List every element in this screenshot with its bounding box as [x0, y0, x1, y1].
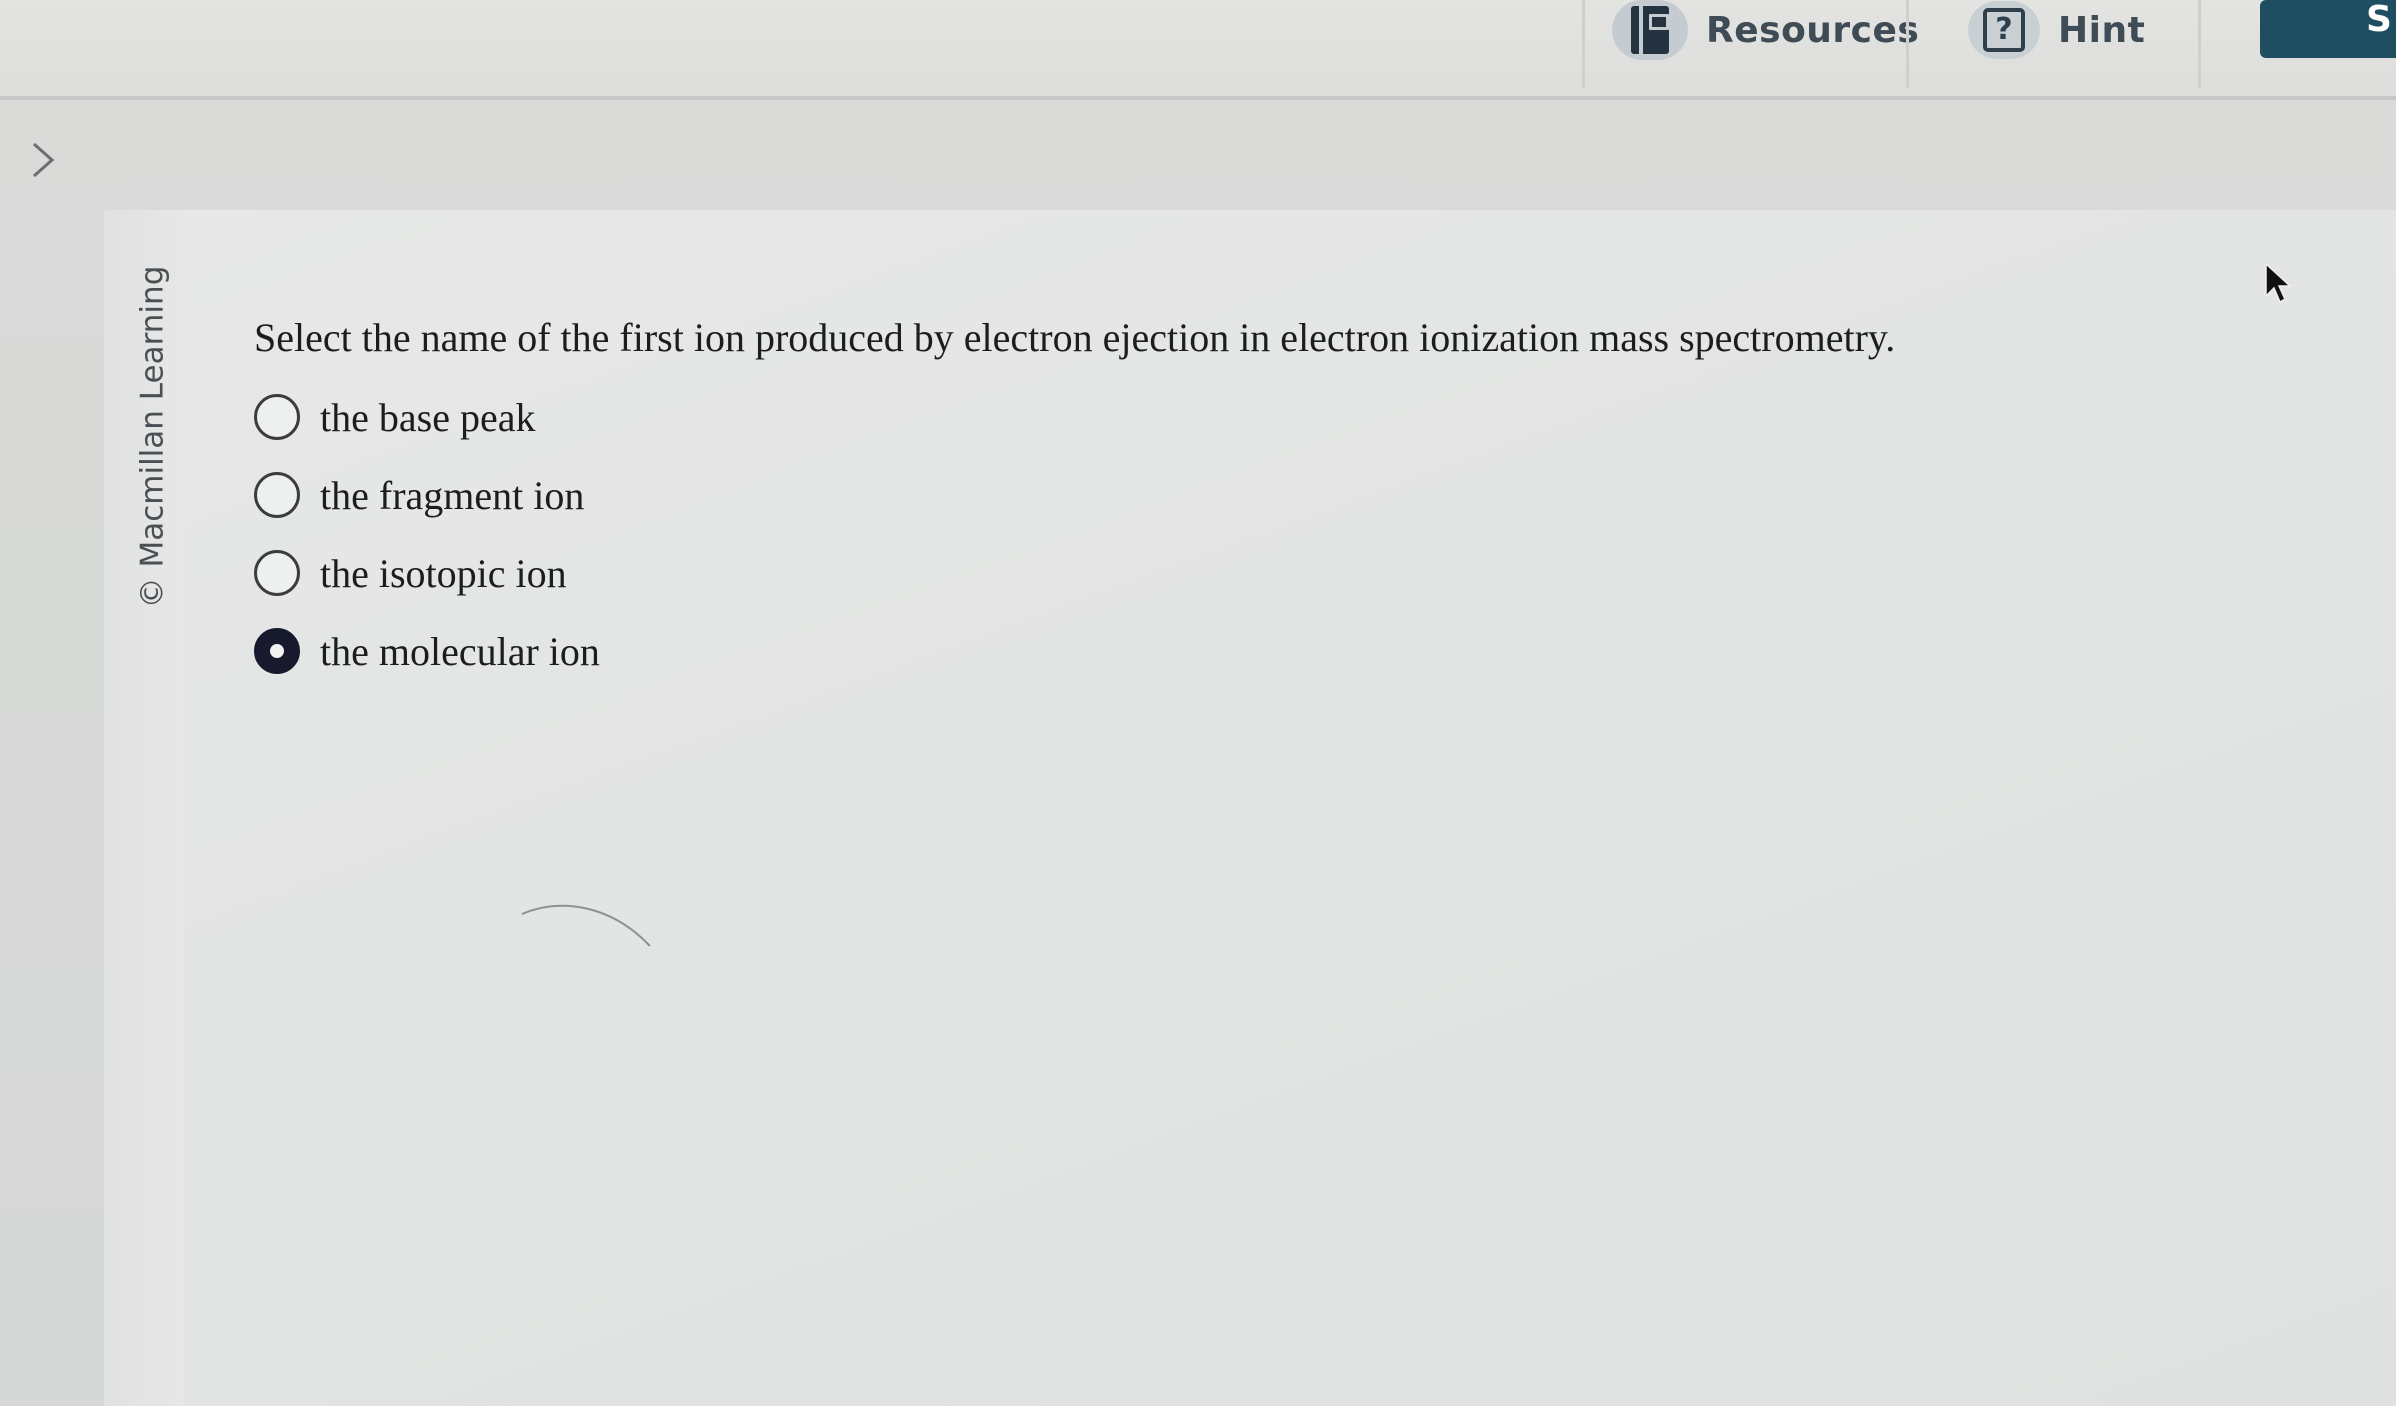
option-molecular-ion[interactable]: the molecular ion — [254, 612, 600, 690]
toolbar-divider — [1906, 0, 1909, 88]
radio-button-selected[interactable] — [254, 628, 300, 674]
hint-button[interactable]: ? Hint — [1968, 0, 2145, 60]
option-fragment-ion[interactable]: the fragment ion — [254, 456, 600, 534]
answer-options: the base peak the fragment ion the isoto… — [254, 378, 600, 690]
option-base-peak[interactable]: the base peak — [254, 378, 600, 456]
radio-button[interactable] — [254, 472, 300, 518]
option-label: the molecular ion — [320, 628, 600, 674]
option-label: the fragment ion — [320, 472, 585, 518]
resources-button[interactable]: Resources — [1612, 0, 1919, 60]
radio-button[interactable] — [254, 394, 300, 440]
option-label: the isotopic ion — [320, 550, 567, 596]
question-prompt: Select the name of the first ion produce… — [254, 315, 1896, 360]
copyright-label: © Macmillan Learning — [134, 265, 171, 609]
hint-label: Hint — [2058, 9, 2146, 51]
mouse-cursor-icon — [2265, 262, 2292, 304]
toolbar-divider — [1582, 0, 1585, 88]
submit-button[interactable]: S — [2260, 0, 2396, 58]
copyright-sidebar: © Macmillan Learning — [132, 262, 172, 612]
chevron-right-icon[interactable] — [26, 140, 62, 180]
option-isotopic-ion[interactable]: the isotopic ion — [254, 534, 600, 612]
resources-label: Resources — [1706, 9, 1920, 51]
radio-button[interactable] — [254, 550, 300, 596]
question-mark-icon: ? — [1968, 1, 2040, 59]
book-icon — [1612, 0, 1688, 60]
option-label: the base peak — [320, 394, 536, 440]
top-toolbar: Resources ? Hint S — [0, 0, 2396, 100]
toolbar-divider — [2198, 0, 2201, 88]
page: Resources ? Hint S © Macmillan Learning … — [0, 0, 2396, 1406]
screen-smudge — [521, 904, 651, 947]
